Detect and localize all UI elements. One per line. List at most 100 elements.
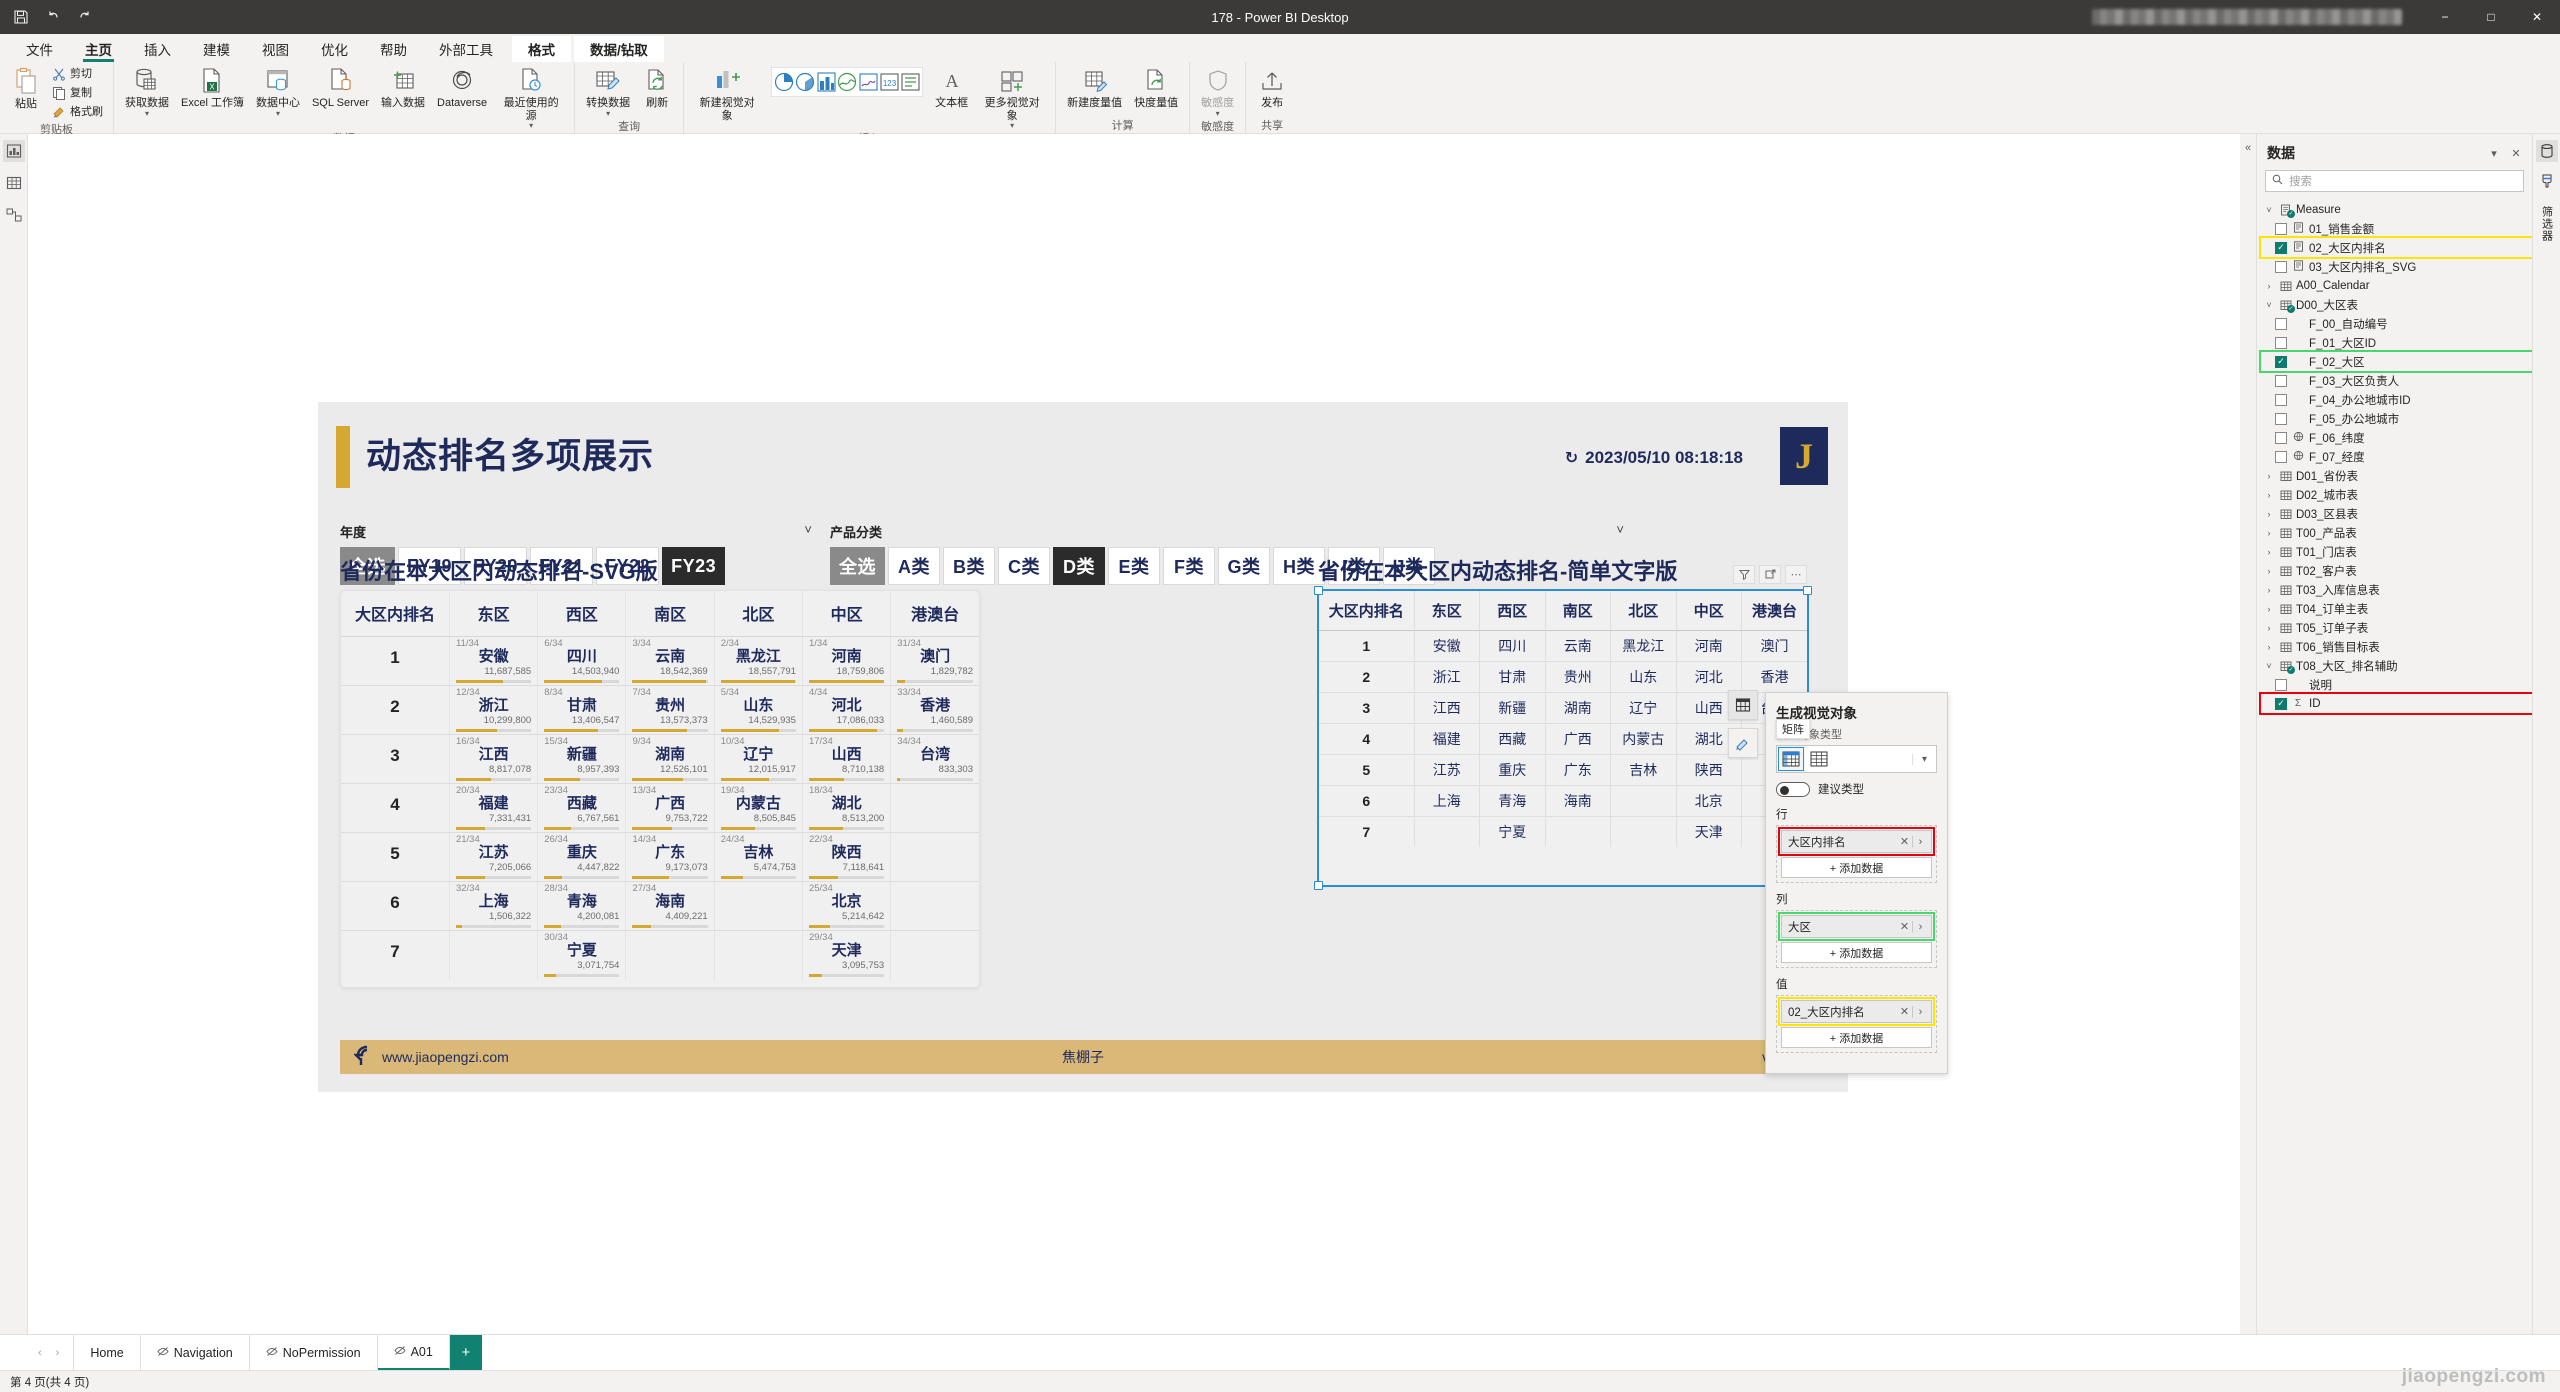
field-checkbox[interactable]: [2275, 317, 2287, 330]
prev-page-icon[interactable]: ‹: [38, 1347, 42, 1359]
get-data-button[interactable]: 获取数据 ▾: [120, 65, 174, 118]
data-table-node[interactable]: › D02_城市表: [2261, 485, 2532, 504]
rows-field-well[interactable]: 大区内排名 ✕ | › + 添加数据: [1776, 825, 1937, 883]
svg-data-cell[interactable]: 8/34 甘肃 13,406,547: [537, 685, 627, 735]
chevron-down-icon[interactable]: ▾: [145, 109, 149, 118]
text-data-cell[interactable]: 陕西: [1676, 754, 1742, 786]
chevron-right-icon[interactable]: ›: [2263, 528, 2275, 538]
svg-data-cell[interactable]: 20/34 福建 7,331,431: [449, 783, 539, 833]
recent-sources-button[interactable]: 最近使用的源 ▾: [494, 65, 568, 130]
chevron-right-icon[interactable]: ›: [2263, 623, 2275, 633]
data-table-node[interactable]: › D03_区县表: [2261, 504, 2532, 523]
data-field-node[interactable]: F_00_自动编号: [2261, 314, 2532, 333]
svg-data-cell[interactable]: [714, 881, 803, 931]
table-visual-icon[interactable]: [1805, 746, 1833, 772]
close-icon[interactable]: ✕: [2508, 147, 2524, 160]
field-checkbox[interactable]: [2275, 678, 2287, 691]
svg-data-cell[interactable]: 25/34 北京 5,214,642: [802, 881, 892, 931]
svg-data-cell[interactable]: 23/34 西藏 6,767,561: [537, 783, 627, 833]
model-view-icon[interactable]: [3, 204, 25, 226]
save-icon[interactable]: [12, 8, 30, 26]
svg-data-cell[interactable]: 32/34 上海 1,506,322: [449, 881, 539, 931]
more-visuals-button[interactable]: 更多视觉对象 ▾: [975, 65, 1049, 130]
chevron-down-icon[interactable]: ▾: [529, 122, 533, 130]
svg-data-cell[interactable]: 31/34 澳门 1,829,782: [890, 636, 979, 686]
ribbon-tab-external-tools[interactable]: 外部工具: [423, 36, 509, 62]
dataverse-button[interactable]: Dataverse: [432, 65, 492, 110]
data-table-node[interactable]: › D01_省份表: [2261, 466, 2532, 485]
text-data-cell[interactable]: 内蒙古: [1610, 723, 1677, 755]
build-visual-icon[interactable]: [1728, 690, 1758, 720]
table-view-icon[interactable]: [3, 172, 25, 194]
excel-workbook-button[interactable]: X Excel 工作簿: [176, 65, 249, 110]
text-data-cell[interactable]: [1414, 816, 1480, 847]
data-table-node[interactable]: › T00_产品表: [2261, 523, 2532, 542]
data-table-node[interactable]: › T01_门店表: [2261, 542, 2532, 561]
chevron-down-icon[interactable]: ˅: [1616, 522, 1624, 537]
filters-pane-label[interactable]: 筛选器: [2539, 206, 2555, 242]
search-input[interactable]: 搜索: [2265, 170, 2524, 192]
chevron-down-icon[interactable]: ▾: [1216, 109, 1220, 118]
remove-field-icon[interactable]: ✕: [1898, 1005, 1911, 1018]
chevron-right-icon[interactable]: ›: [2263, 585, 2275, 595]
collapse-pane-icon[interactable]: «: [2240, 134, 2256, 1334]
visual-type-selector[interactable]: ▾: [1776, 745, 1937, 773]
svg-data-cell[interactable]: 34/34 台湾 833,303: [890, 734, 979, 784]
chevron-right-icon[interactable]: ›: [1914, 921, 1927, 933]
svg-data-cell[interactable]: 21/34 江苏 7,205,066: [449, 832, 539, 882]
cut-button[interactable]: 剪切: [48, 65, 107, 83]
svg-data-cell[interactable]: 15/34 新疆 8,957,393: [537, 734, 627, 784]
publish-button[interactable]: 发布: [1252, 65, 1292, 110]
filter-icon[interactable]: [1733, 565, 1755, 584]
rows-field-chip[interactable]: 大区内排名 ✕ | ›: [1778, 827, 1935, 856]
table-row[interactable]: 7 宁夏 天津: [1319, 816, 1807, 847]
columns-field-chip[interactable]: 大区 ✕ | ›: [1778, 912, 1935, 941]
svg-data-cell[interactable]: 3/34 云南 18,542,369: [625, 636, 715, 686]
chevron-right-icon[interactable]: ›: [2263, 604, 2275, 614]
text-box-button[interactable]: A 文本框: [930, 65, 973, 110]
svg-data-cell[interactable]: 30/34 宁夏 3,071,754: [537, 930, 627, 980]
data-field-node[interactable]: 03_大区内排名_SVG: [2261, 257, 2532, 276]
next-page-icon[interactable]: ›: [56, 1347, 60, 1359]
ribbon-tab-home[interactable]: 主页: [69, 36, 128, 62]
text-data-cell[interactable]: 香港: [1741, 661, 1807, 693]
field-checkbox[interactable]: [2275, 412, 2287, 425]
text-data-cell[interactable]: 黑龙江: [1610, 630, 1677, 662]
data-field-node[interactable]: ✓ 02_大区内排名: [2259, 236, 2532, 259]
text-data-cell[interactable]: 甘肃: [1479, 661, 1546, 693]
data-field-node[interactable]: F_01_大区ID: [2261, 333, 2532, 352]
data-field-node[interactable]: 说明: [2261, 675, 2532, 694]
text-data-cell[interactable]: 天津: [1676, 816, 1742, 847]
data-table-node[interactable]: ˅ ✓ Measure: [2261, 200, 2532, 219]
svg-data-cell[interactable]: 14/34 广东 9,173,073: [625, 832, 715, 882]
ribbon-tab-file[interactable]: 文件: [10, 36, 69, 62]
svg-data-cell[interactable]: 17/34 山西 8,710,138: [802, 734, 892, 784]
chevron-right-icon[interactable]: ›: [2263, 281, 2275, 291]
chevron-down-icon[interactable]: ˅: [2263, 205, 2275, 215]
svg-data-cell[interactable]: [890, 832, 979, 882]
text-data-cell[interactable]: [1610, 816, 1677, 847]
svg-data-cell[interactable]: 2/34 黑龙江 18,557,791: [714, 636, 803, 686]
chevron-right-icon[interactable]: ›: [1914, 836, 1927, 848]
columns-field-well[interactable]: 大区 ✕ | › + 添加数据: [1776, 910, 1937, 968]
chevron-down-icon[interactable]: ▾: [1912, 753, 1936, 765]
report-view-icon[interactable]: [2, 140, 25, 162]
svg-data-cell[interactable]: 18/34 湖北 8,513,200: [802, 783, 892, 833]
data-table-node[interactable]: › T05_订单子表: [2261, 618, 2532, 637]
page-tab-nopermission[interactable]: NoPermission: [250, 1335, 378, 1370]
ribbon-tab-data-drill[interactable]: 数据/钻取: [574, 36, 664, 62]
field-checkbox[interactable]: ✓: [2275, 355, 2287, 368]
svg-data-cell[interactable]: [625, 930, 715, 980]
page-tab-a01[interactable]: A01: [377, 1335, 450, 1370]
svg-data-cell[interactable]: [449, 930, 539, 980]
resize-handle-bl[interactable]: [1314, 881, 1323, 890]
focus-mode-icon[interactable]: [1759, 565, 1781, 584]
page-tab-home[interactable]: Home: [74, 1335, 141, 1370]
resize-handle-tl[interactable]: [1314, 586, 1323, 595]
columns-add-data-button[interactable]: + 添加数据: [1781, 942, 1932, 963]
svg-data-cell[interactable]: 4/34 河北 17,086,033: [802, 685, 892, 735]
text-data-cell[interactable]: 新疆: [1479, 692, 1546, 724]
svg-data-cell[interactable]: 6/34 四川 14,503,940: [537, 636, 627, 686]
quick-measure-button[interactable]: 快度量值: [1129, 65, 1183, 110]
new-visual-button[interactable]: 新建视觉对象: [690, 65, 764, 122]
